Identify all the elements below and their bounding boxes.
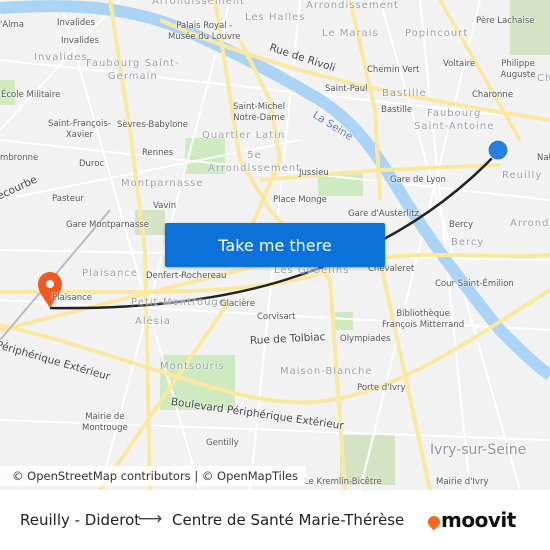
map-label: Le Marais <box>322 28 379 39</box>
map-label: Sèvres-Babylone <box>117 120 189 130</box>
map-label: Gare Montparnasse <box>66 220 149 230</box>
map-label: Saint-François- Xavier <box>48 119 111 140</box>
map-label: Popincourt <box>405 28 469 39</box>
map-label: Chemin Vert <box>367 65 420 75</box>
map-label: Gentilly <box>206 438 239 448</box>
map-label: Jussieu <box>299 168 329 178</box>
map-label: Alésia <box>135 316 171 327</box>
origin-marker[interactable] <box>487 139 509 161</box>
map-label: Bercy <box>451 237 485 248</box>
park <box>335 312 353 330</box>
map-label: Saint-Paul <box>325 84 368 94</box>
map-label: Pasteur <box>52 194 84 204</box>
map-label: Porte d'Ivry <box>357 383 406 393</box>
map-label: Glacière <box>220 299 255 309</box>
map-label: Invalides <box>61 36 99 46</box>
route-footer: Reuilly - Diderot ⟶ Centre de Santé Mari… <box>0 490 550 550</box>
map-label: Cour Saint-Émilion <box>435 279 514 289</box>
map-label: Voltaire <box>443 59 476 69</box>
map-label: Mairie de Montrouge <box>82 412 128 433</box>
map-label: Faubourg Saint- Germain <box>86 58 180 82</box>
map-label: 5e Arrondissement <box>208 150 301 174</box>
map-label: Faubourg Saint-Antoine <box>414 108 495 132</box>
map-label: Place Monge <box>273 195 327 205</box>
map-label: Vavin <box>153 201 177 211</box>
map-label: École Militaire <box>1 90 61 100</box>
map-label: Saint-Michel Notre-Dame <box>233 102 286 123</box>
map-label: Gare de Lyon <box>390 175 446 185</box>
map-label: Nat <box>537 153 550 163</box>
destination-name: Centre de Santé Marie-Thérèse <box>172 511 405 529</box>
map-label: Bastille <box>382 88 427 99</box>
map-label: Arrondissement <box>306 0 399 11</box>
park <box>510 0 550 55</box>
take-me-there-button[interactable]: Take me there <box>165 223 385 267</box>
map-label: Quartier Latin <box>202 130 286 141</box>
map-label: Corvisart <box>257 312 296 322</box>
map-label: Charonne <box>472 90 514 100</box>
moovit-pin-icon <box>425 513 443 531</box>
map-label: Denfert-Rochereau <box>146 271 227 281</box>
map-label: Petit-Montrouge <box>131 297 226 308</box>
map-label: Maison-Blanche <box>280 366 373 377</box>
moovit-logo[interactable]: moovit <box>425 508 516 532</box>
map-label: Plaisance <box>82 268 139 279</box>
map-label: Rennes <box>142 148 174 158</box>
map-label: Invalides <box>34 52 88 63</box>
map[interactable]: Invalides Invalides Invalides Faubourg S… <box>0 0 550 490</box>
map-label: Père Lachaise <box>476 16 535 26</box>
map-label: Bibliothèque François Mitterrand <box>382 309 465 330</box>
map-label: Invalides <box>57 18 95 28</box>
map-label: Reuilly <box>502 170 543 181</box>
map-label: Montsouris <box>160 361 225 372</box>
map-label: Bercy <box>449 220 474 230</box>
origin-name: Reuilly - Diderot <box>20 511 141 529</box>
map-label: Arrondi <box>510 218 550 229</box>
map-label: Les Halles <box>245 12 306 23</box>
moovit-logo-text: moovit <box>441 508 516 532</box>
map-label: Mairie d'Ivry <box>436 477 489 487</box>
map-label: Ivry-sur-Seine <box>430 442 527 458</box>
map-label: Bastille <box>381 105 413 115</box>
map-label: Plaisance <box>52 293 92 303</box>
map-label: mbronne <box>0 153 39 163</box>
map-label: Ch <box>537 73 550 84</box>
map-label: Arrondissement <box>152 0 245 7</box>
map-label: Gare d'Austerlitz <box>348 209 419 219</box>
map-label: 'Alma <box>0 20 25 30</box>
map-attribution[interactable]: © OpenStreetMap contributors | © OpenMap… <box>0 466 307 486</box>
map-label: Duroc <box>79 159 105 169</box>
map-label: Palais Royal - Musée du Louvre <box>168 21 241 42</box>
map-label: Olympiades <box>340 334 391 344</box>
map-label: Montparnasse <box>121 178 204 189</box>
map-label: Le Kremlin-Bicêtre <box>304 477 382 487</box>
arrow-right-icon: ⟶ <box>138 509 163 529</box>
